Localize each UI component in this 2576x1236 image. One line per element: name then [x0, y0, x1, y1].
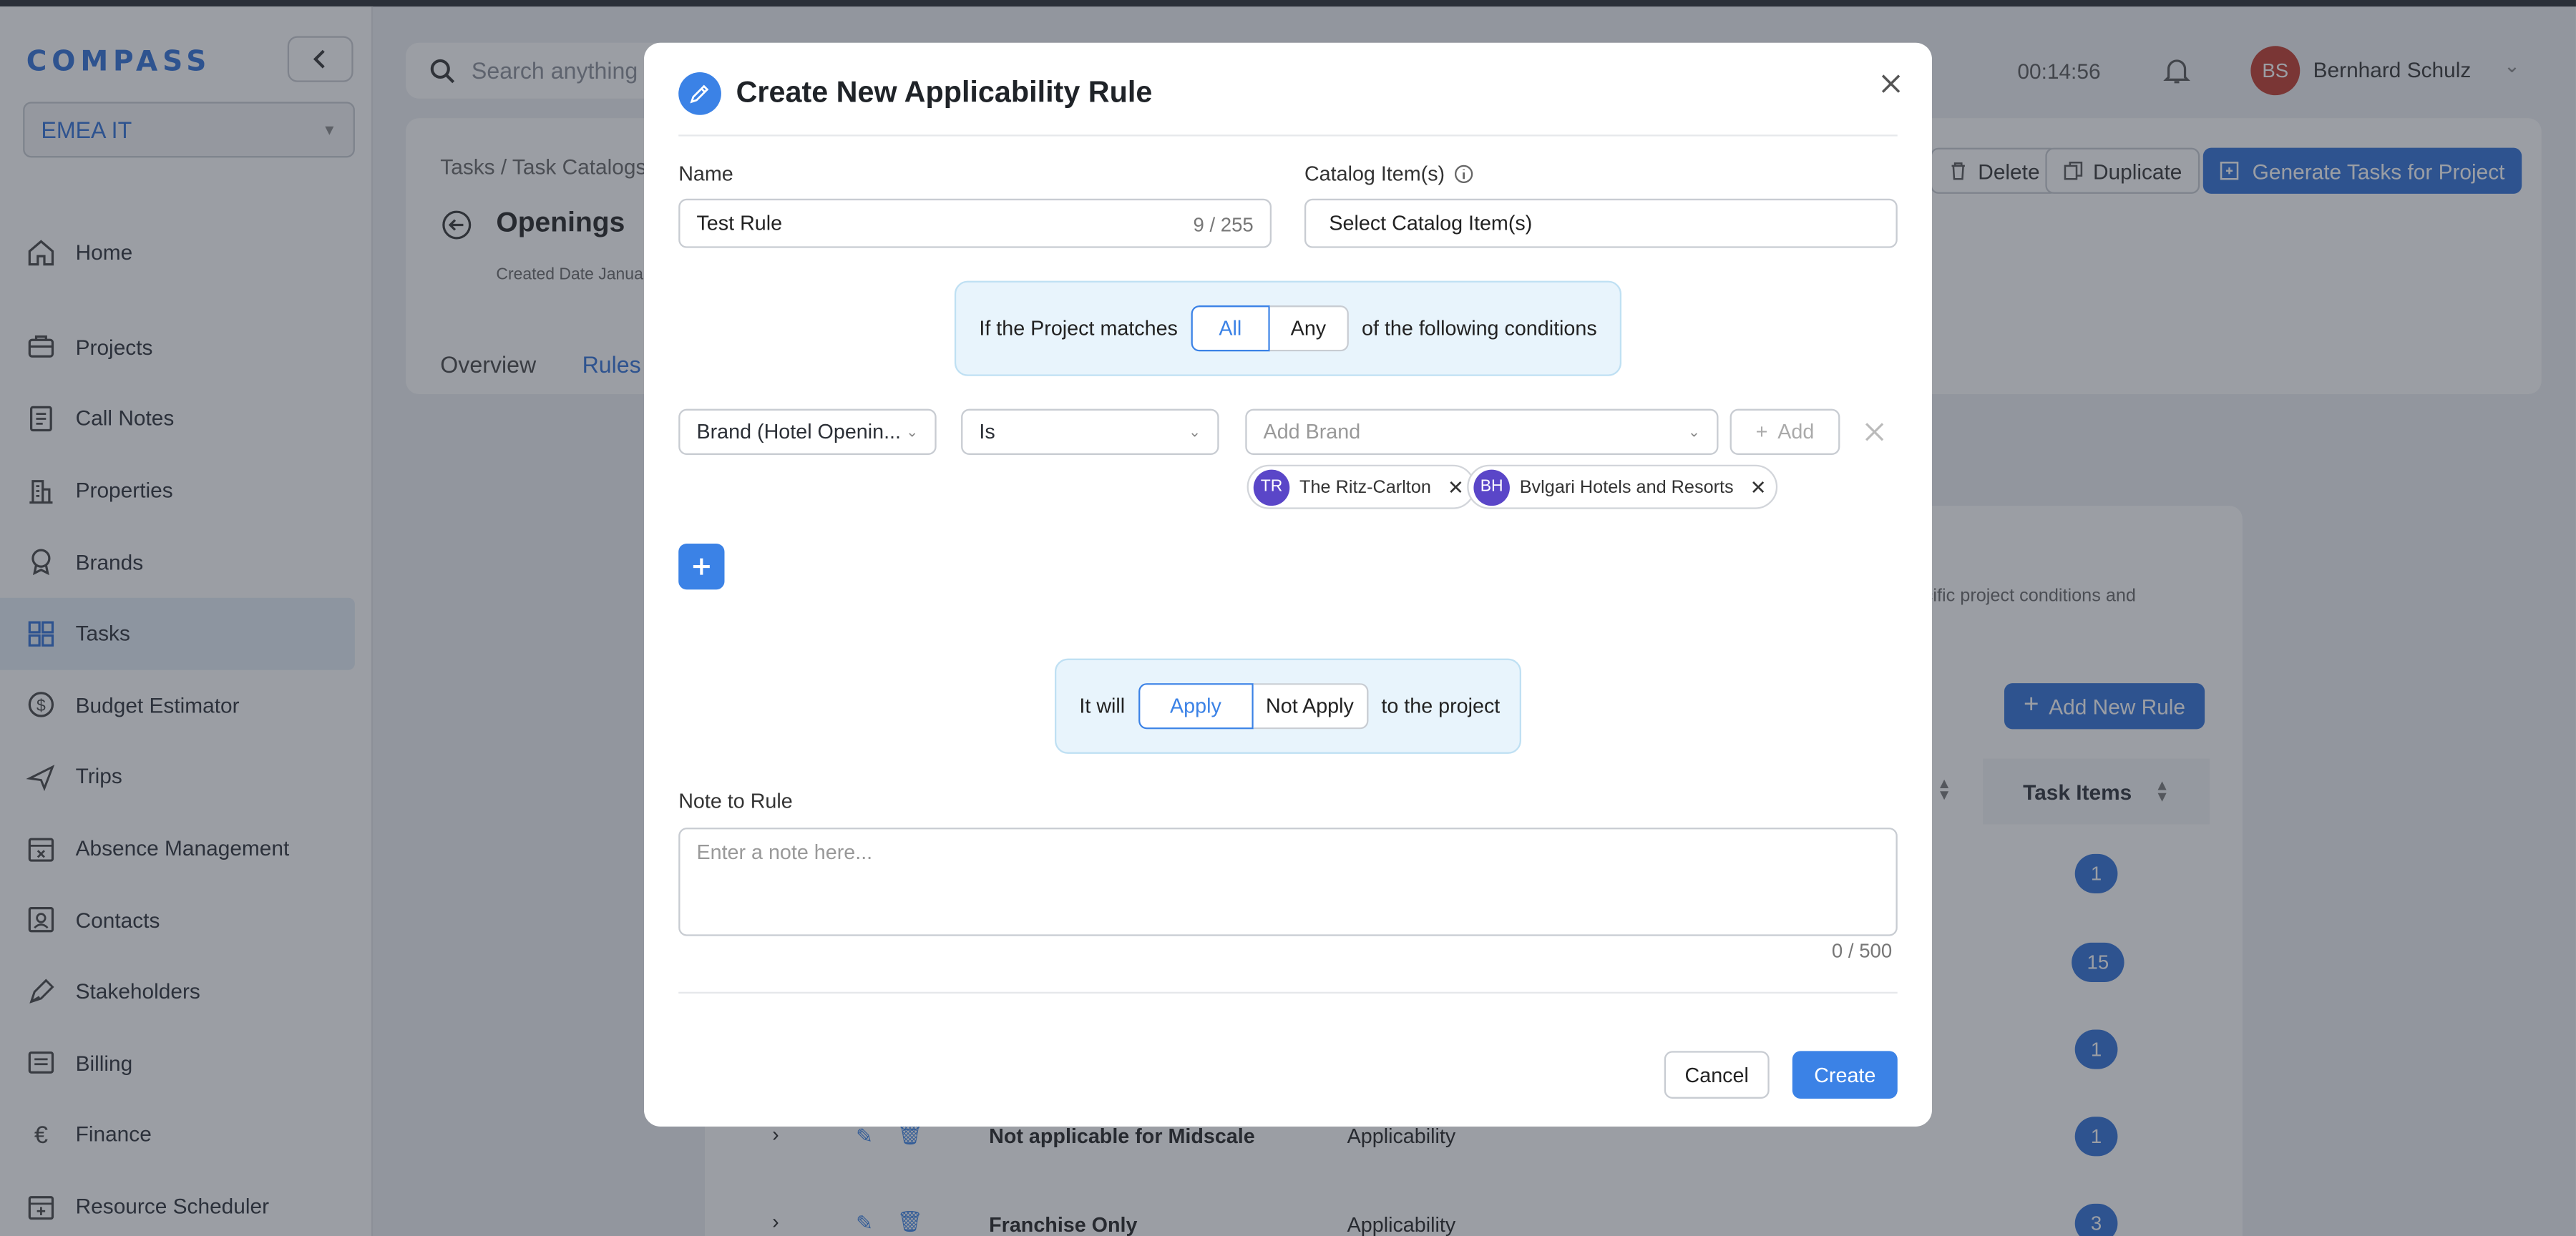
note-field[interactable]: Enter a note here...	[678, 828, 1898, 936]
note-label: Note to Rule	[678, 790, 793, 813]
plus-icon	[693, 558, 710, 575]
create-rule-modal: Create New Applicability Rule Name Test …	[643, 42, 1932, 1127]
apply-toggle: Apply Not Apply	[1138, 683, 1368, 730]
match-any-option[interactable]: Any	[1269, 305, 1349, 352]
chevron-down-icon: ⌄	[1687, 423, 1701, 440]
close-icon[interactable]: ✕	[1448, 476, 1464, 499]
name-field[interactable]: Test Rule 9 / 255	[678, 198, 1272, 248]
add-value-label: Add	[1777, 420, 1815, 443]
condition-operator-select[interactable]: Is ⌄	[961, 408, 1219, 455]
brand-chip: BH Bvlgari Hotels and Resorts ✕	[1467, 464, 1778, 509]
catalog-label-row: Catalog Item(s)	[1304, 162, 1475, 185]
add-value-button[interactable]: + Add	[1729, 408, 1840, 455]
match-all-option[interactable]: All	[1191, 305, 1270, 352]
condition-operator-value: Is	[979, 420, 995, 443]
match-condition-box: If the Project matches All Any of the fo…	[954, 280, 1622, 376]
apply-prefix: It will	[1079, 695, 1126, 718]
create-button[interactable]: Create	[1792, 1051, 1898, 1099]
app-page: COMPASS EMEA IT ▼ Home Projects Call Not…	[0, 0, 2576, 1236]
catalog-item-select[interactable]: Select Catalog Item(s)	[1304, 198, 1898, 248]
chip-avatar: TR	[1253, 469, 1290, 505]
name-value: Test Rule	[696, 212, 783, 235]
catalog-placeholder: Select Catalog Item(s)	[1329, 212, 1533, 235]
brand-chip: TR The Ritz-Carlton ✕	[1246, 464, 1476, 509]
divider	[678, 991, 1898, 994]
add-brand-placeholder: Add Brand	[1263, 420, 1361, 443]
condition-field-value: Brand (Hotel Openin...	[696, 420, 902, 443]
close-icon[interactable]: ✕	[1750, 476, 1767, 499]
name-label: Name	[678, 162, 733, 186]
info-icon[interactable]	[1455, 165, 1475, 185]
edit-icon	[678, 72, 721, 115]
catalog-label: Catalog Item(s)	[1304, 162, 1445, 186]
add-brand-select[interactable]: Add Brand ⌄	[1245, 408, 1719, 455]
add-condition-button[interactable]	[678, 543, 725, 590]
not-apply-option[interactable]: Not Apply	[1253, 683, 1368, 730]
apply-suffix: to the project	[1381, 695, 1501, 718]
note-placeholder: Enter a note here...	[696, 840, 873, 864]
divider	[678, 134, 1898, 137]
condition-field-select[interactable]: Brand (Hotel Openin... ⌄	[678, 408, 937, 455]
chip-label: Bvlgari Hotels and Resorts	[1519, 476, 1734, 497]
apply-option[interactable]: Apply	[1138, 683, 1254, 730]
cancel-button[interactable]: Cancel	[1664, 1051, 1770, 1099]
match-suffix: of the following conditions	[1362, 317, 1597, 340]
remove-condition-icon[interactable]	[1863, 421, 1886, 443]
chip-avatar: BH	[1473, 469, 1510, 505]
note-counter: 0 / 500	[1831, 939, 1893, 963]
match-prefix: If the Project matches	[979, 317, 1178, 340]
modal-title: Create New Applicability Rule	[736, 75, 1153, 109]
chip-label: The Ritz-Carlton	[1299, 476, 1431, 497]
name-counter: 9 / 255	[1193, 213, 1254, 237]
close-icon[interactable]	[1876, 69, 1906, 98]
match-toggle: All Any	[1191, 305, 1349, 352]
chevron-down-icon: ⌄	[906, 423, 919, 440]
apply-box: It will Apply Not Apply to the project	[1054, 658, 1522, 754]
chevron-down-icon: ⌄	[1188, 423, 1201, 440]
plus-icon: +	[1755, 420, 1768, 443]
